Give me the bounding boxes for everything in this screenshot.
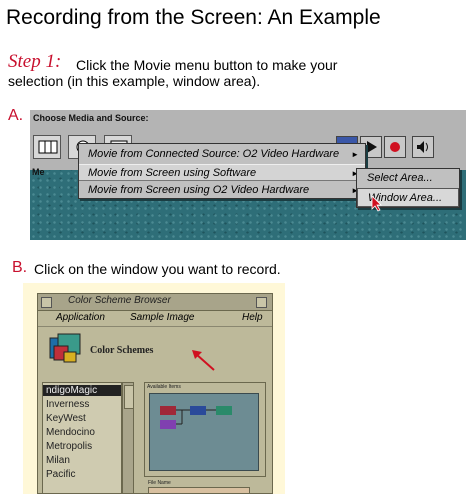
step-instruction-line1: Click the Movie menu button to make your <box>76 57 338 73</box>
list-item[interactable]: Mendocino <box>46 427 95 438</box>
list-item[interactable]: Milan <box>46 455 70 466</box>
menu-item-label: Movie from Connected Source: O2 Video Ha… <box>88 148 340 160</box>
submenu-arrow-icon: ► <box>351 150 359 159</box>
audio-level-button[interactable] <box>412 136 434 158</box>
side-label: Me <box>32 167 45 177</box>
movie-menu-button[interactable] <box>33 135 61 159</box>
color-schemes-heading: Color Schemes <box>90 345 154 356</box>
window-titlebar[interactable]: Color Scheme Browser <box>38 294 272 311</box>
submenu-item-select-area[interactable]: Select Area... <box>357 169 459 188</box>
screenshot-panel-b: Color Scheme Browser Application Sample … <box>23 283 285 494</box>
available-items-label: Available Items <box>147 384 181 390</box>
step-label: Step 1: <box>8 51 62 72</box>
list-item[interactable]: Metropolis <box>46 441 92 452</box>
menu-item-label: Movie from Screen using O2 Video Hardwar… <box>88 184 310 196</box>
window-title: Color Scheme Browser <box>68 295 171 306</box>
section-b-label: B. <box>12 259 28 276</box>
page-title: Recording from the Screen: An Example <box>6 6 381 29</box>
menu-application[interactable]: Application <box>56 312 105 323</box>
scheme-preview-canvas[interactable] <box>149 393 259 471</box>
section-b-instruction: Click on the window you want to record. <box>34 261 281 277</box>
available-items-box: Available Items <box>144 382 266 477</box>
window-menu-button[interactable] <box>41 297 52 308</box>
list-item[interactable]: Pacific <box>46 469 75 480</box>
screenshot-panel-a: Choose Media and Source: Me Movie from C… <box>30 110 466 240</box>
record-icon <box>390 142 400 152</box>
red-arrow-icon <box>192 350 215 371</box>
menu-help[interactable]: Help <box>242 312 263 323</box>
list-scrollbar[interactable] <box>122 382 134 493</box>
section-a-label: A. <box>8 107 24 124</box>
scheme-diagram-icon <box>160 406 232 429</box>
file-name-label: File Name <box>148 480 171 486</box>
window-minimize-button[interactable] <box>256 297 267 308</box>
file-name-field[interactable] <box>148 487 250 493</box>
record-button[interactable] <box>384 136 406 158</box>
menu-item-connected-source[interactable]: Movie from Connected Source: O2 Video Ha… <box>79 146 365 163</box>
list-item[interactable]: KeyWest <box>46 413 86 424</box>
menu-item-screen-o2[interactable]: Movie from Screen using O2 Video Hardwar… <box>79 182 365 199</box>
choose-media-label: Choose Media and Source: <box>33 113 149 123</box>
window-menubar: Application Sample Image Help <box>38 311 272 327</box>
scrollbar-thumb[interactable] <box>124 385 134 409</box>
menu-sample-image[interactable]: Sample Image <box>130 312 194 323</box>
color-schemes-icon <box>49 333 81 363</box>
menu-item-label: Movie from Screen using Software <box>88 167 257 179</box>
step-instruction-line2: selection (in this example, window area)… <box>8 73 261 89</box>
speaker-waves-icon <box>417 141 428 153</box>
movie-source-menu: Movie from Connected Source: O2 Video Ha… <box>78 143 366 199</box>
mouse-pointer-icon <box>371 195 382 212</box>
list-item[interactable]: Inverness <box>46 399 89 410</box>
menu-item-screen-software[interactable]: Movie from Screen using Software ► <box>79 164 365 181</box>
scheme-list[interactable]: ndigoMagic Inverness KeyWest Mendocino M… <box>42 382 122 493</box>
list-item[interactable]: ndigoMagic <box>43 385 121 396</box>
color-scheme-browser-window[interactable]: Color Scheme Browser Application Sample … <box>37 293 273 494</box>
film-icon <box>38 140 58 154</box>
